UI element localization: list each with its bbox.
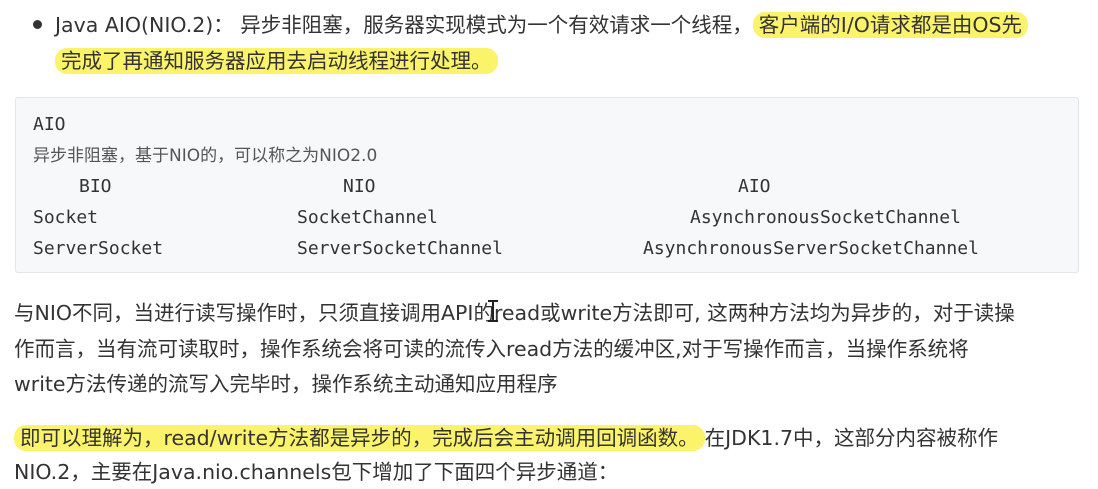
code-description: 异步非阻塞，基于NIO的，可以称之为NIO2.0: [33, 146, 378, 166]
paragraph-line: 作而言，当有流可读取时，操作系统会将可读的流传入read方法的缓冲区,对于写操作…: [14, 337, 969, 361]
paragraph-text: 在JDK1.7中，这部分内容被称作: [704, 426, 999, 450]
paragraph-text: 与NIO不同，当进行读写操作时，只须直接调用API的: [14, 301, 494, 325]
paragraph-line: write方法传递的流写入完毕时，操作系统主动通知应用程序: [14, 372, 558, 396]
code-title: AIO: [33, 114, 66, 135]
paragraph-line: 即可以理解为，read/write方法都是异步的，完成后会主动调用回调函数。 在J…: [14, 422, 998, 455]
code-header-bio: BIO: [79, 176, 112, 197]
code-cell: ServerSocket: [33, 238, 164, 259]
paragraph-line: NIO.2，主要在Java.nio.channels包下增加了下面四个异步通道：: [14, 460, 619, 484]
bullet-line-1: Java AIO(NIO.2)： 异步非阻塞，服务器实现模式为一个有效请求一个线…: [55, 10, 1098, 40]
code-cell: SocketChannel: [297, 207, 438, 228]
highlight-text: 客户端的I/O请求都是由OS先: [752, 12, 1029, 38]
highlight-text: 即可以理解为，read/write方法都是异步的，完成后会主动调用回调函数。: [14, 425, 705, 451]
code-block: AIO 异步非阻塞，基于NIO的，可以称之为NIO2.0 BIO NIO AIO…: [15, 97, 1079, 273]
bullet-line-2: 完成了再通知服务器应用去启动线程进行处理。: [55, 46, 1098, 76]
highlight-text: 完成了再通知服务器应用去启动线程进行处理。: [55, 48, 498, 74]
paragraph-text: read或write方法即可, 这两种方法均为异步的，对于读操: [493, 301, 1015, 325]
code-cell: ServerSocketChannel: [297, 238, 503, 259]
code-cell: AsynchronousServerSocketChannel: [643, 238, 979, 259]
paragraph-line: 与NIO不同，当进行读写操作时，只须直接调用API的read或write方法即可…: [14, 297, 1015, 330]
bullet-text: Java AIO(NIO.2)： 异步非阻塞，服务器实现模式为一个有效请求一个线…: [55, 13, 753, 37]
bullet-dot-icon: [33, 20, 42, 29]
code-header-nio: NIO: [343, 176, 376, 197]
code-header-aio: AIO: [738, 176, 771, 197]
code-cell: Socket: [33, 207, 99, 228]
code-cell: AsynchronousSocketChannel: [690, 207, 961, 228]
